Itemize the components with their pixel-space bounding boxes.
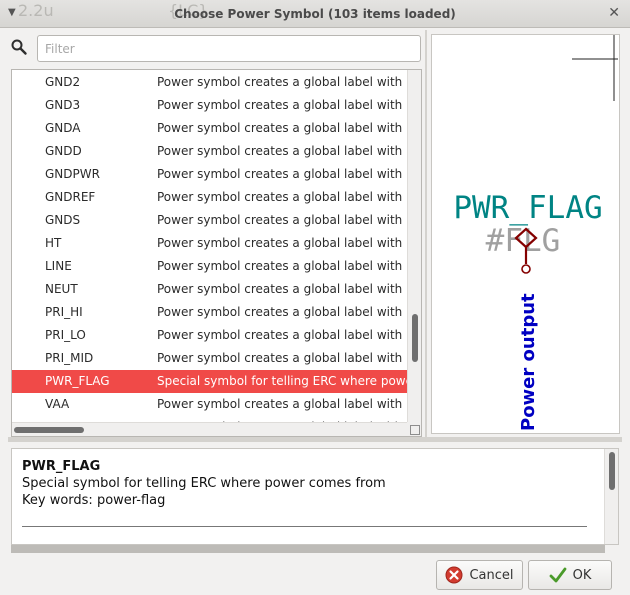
checkmark-icon — [549, 567, 567, 583]
ok-button-label: OK — [572, 567, 592, 583]
list-item[interactable]: GNDPWR Power symbol creates a global labe… — [12, 163, 408, 186]
list-item-name: PRI_HI — [45, 305, 83, 319]
list-item-name: GNDREF — [45, 190, 96, 204]
list-item[interactable]: NEUT Power symbol creates a global label … — [12, 278, 408, 301]
search-icon — [11, 39, 27, 55]
list-item-name: NEUT — [45, 282, 78, 296]
symbol-details: PWR_FLAG Special symbol for telling ERC … — [11, 448, 619, 545]
list-item[interactable]: GND2 Power symbol creates a global label … — [12, 71, 408, 94]
list-item[interactable]: LINE Power symbol creates a global label … — [12, 255, 408, 278]
cancel-button-label: Cancel — [469, 567, 514, 583]
preview-value-label: PWR_FLAG — [453, 190, 602, 226]
list-item-name: GNDD — [45, 144, 82, 158]
window-title: Choose Power Symbol (103 items loaded) — [174, 7, 456, 21]
list-item-description: Power symbol creates a global label with… — [157, 236, 407, 250]
list-item[interactable]: VAA Power symbol creates a global label w… — [12, 393, 408, 416]
details-vertical-scrollbar[interactable] — [604, 449, 618, 544]
list-item-description: Power symbol creates a global label with… — [157, 75, 407, 89]
list-item-name: GNDPWR — [45, 167, 100, 181]
list-item-description: Power symbol creates a global label with… — [157, 259, 407, 273]
details-separator — [22, 526, 587, 527]
list-item-description: Power symbol creates a global label with… — [157, 328, 407, 342]
list-item[interactable]: PRI_HI Power symbol creates a global labe… — [12, 301, 408, 324]
list-item-description: Power symbol creates a global label with… — [157, 144, 407, 158]
filter-input[interactable] — [37, 35, 421, 62]
list-item-name: LINE — [45, 259, 72, 273]
list-item[interactable]: PRI_LO Power symbol creates a global labe… — [12, 324, 408, 347]
list-vertical-scroll-thumb[interactable] — [412, 314, 418, 362]
list-item-description: Power symbol creates a global label with… — [157, 351, 407, 365]
list-item-name: GNDS — [45, 213, 81, 227]
list-item-name: VAA — [45, 397, 70, 411]
list-item-name: GNDA — [45, 121, 81, 135]
list-horizontal-scroll-thumb[interactable] — [14, 427, 84, 433]
list-item[interactable]: HT Power symbol creates a global label wi… — [12, 232, 408, 255]
symbol-preview-canvas: PWR_FLAG #FLG Power output — [453, 35, 618, 431]
list-item-name: HT — [45, 236, 62, 250]
details-horizontal-scrollbar[interactable] — [11, 545, 605, 553]
details-scroll-thumb[interactable] — [609, 452, 615, 490]
cancel-button[interactable]: Cancel — [436, 560, 523, 590]
list-item-description: Power symbol creates a global label with… — [157, 98, 407, 112]
list-item-name: GND2 — [45, 75, 81, 89]
list-item[interactable]: GNDA Power symbol creates a global label … — [12, 117, 408, 140]
list-item[interactable]: GNDS Power symbol creates a global label … — [12, 209, 408, 232]
list-item[interactable]: PWR_FLAG Special symbol for telling ERC w… — [12, 370, 408, 393]
list-item-description: Power symbol creates a global label with… — [157, 190, 407, 204]
list-item-name: PRI_MID — [45, 351, 94, 365]
list-horizontal-scrollbar[interactable] — [12, 422, 408, 436]
list-item-description: Power symbol creates a global label with… — [157, 305, 407, 319]
pane-splitter-vertical[interactable] — [425, 30, 427, 440]
list-item-description: Power symbol creates a global label with… — [157, 213, 407, 227]
list-item-name: PWR_FLAG — [45, 374, 110, 388]
list-item-name: GND3 — [45, 98, 81, 112]
symbol-preview: PWR_FLAG #FLG Power output — [431, 34, 620, 434]
list-item[interactable]: PRI_MID Power symbol creates a global lab… — [12, 347, 408, 370]
cancel-icon — [445, 566, 463, 584]
list-vertical-scrollbar[interactable] — [407, 70, 421, 424]
ok-button[interactable]: OK — [528, 560, 612, 590]
list-item-description: Special symbol for telling ERC where pow… — [157, 374, 407, 388]
list-item-description: Power symbol creates a global label with… — [157, 397, 407, 411]
details-keywords: Key words: power-flag — [22, 493, 166, 508]
preview-reference-label: #FLG — [486, 223, 561, 259]
list-item-description: Power symbol creates a global label with… — [157, 167, 407, 181]
list-item[interactable]: GND3 Power symbol creates a global label … — [12, 94, 408, 117]
symbol-list[interactable]: GND2 Power symbol creates a global label … — [11, 69, 422, 437]
details-symbol-name: PWR_FLAG — [22, 459, 101, 474]
pane-splitter-horizontal[interactable] — [8, 437, 622, 442]
list-item-description: Power symbol creates a global label with… — [157, 121, 407, 135]
list-item-name: PRI_LO — [45, 328, 86, 342]
close-icon[interactable]: ✕ — [608, 5, 620, 21]
list-item[interactable]: GNDD Power symbol creates a global label … — [12, 140, 408, 163]
details-description: Special symbol for telling ERC where pow… — [22, 476, 386, 491]
scroll-corner — [407, 422, 421, 436]
title-bar: ▼ 2.2u {LC} Choose Power Symbol (103 ite… — [0, 0, 630, 28]
pin-connection-point — [521, 264, 531, 274]
preview-pin-name: Power output — [518, 293, 539, 431]
list-item-description: Power symbol creates a global label with… — [157, 282, 407, 296]
list-item[interactable]: GNDREF Power symbol creates a global labe… — [12, 186, 408, 209]
